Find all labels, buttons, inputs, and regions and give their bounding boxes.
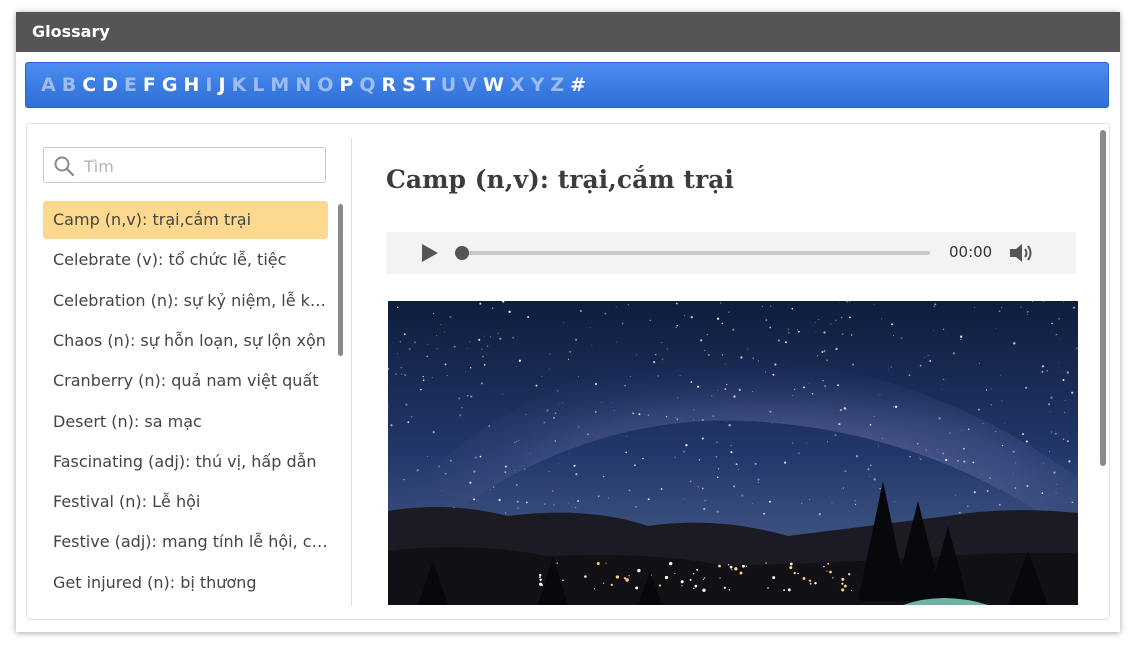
alphabet-letter[interactable]: N <box>295 74 311 96</box>
alphabet-letter[interactable]: G <box>162 74 178 96</box>
alphabet-letter[interactable]: X <box>510 74 525 96</box>
alphabet-letter[interactable]: L <box>252 74 264 96</box>
alphabet-letter[interactable]: F <box>143 74 156 96</box>
list-item[interactable]: Festive (adj): mang tính lễ hội, có... <box>43 523 328 561</box>
detail-scrollbar[interactable] <box>1100 130 1106 466</box>
entry-list: Camp (n,v): trại,cắm trại Celebrate (v): … <box>43 201 328 611</box>
volume-icon[interactable] <box>1008 241 1036 265</box>
alphabet-letter[interactable]: U <box>441 74 456 96</box>
audio-time: 00:00 <box>949 243 993 261</box>
alphabet-letter[interactable]: K <box>232 74 247 96</box>
alphabet-letter[interactable]: Z <box>550 74 564 96</box>
alphabet-letter[interactable]: I <box>205 74 212 96</box>
list-item[interactable]: Get injured (n): bị thương <box>43 564 328 602</box>
list-item[interactable]: Cranberry (n): quả nam việt quất <box>43 362 328 400</box>
audio-progress-track[interactable] <box>462 251 930 255</box>
list-scrollbar[interactable] <box>338 204 343 356</box>
play-icon[interactable] <box>420 243 440 263</box>
panel-divider <box>351 138 352 606</box>
list-item[interactable]: Celebrate (v): tổ chức lễ, tiệc <box>43 241 328 279</box>
alphabet-letter[interactable]: E <box>124 74 137 96</box>
glossary-window: Glossary ABCDEFGHIJKLMNOPQRSTUVWXYZ # Cam… <box>16 12 1120 632</box>
entry-photo <box>388 301 1078 605</box>
list-item[interactable]: Camp (n,v): trại,cắm trại <box>43 201 328 239</box>
alphabet-letter[interactable]: B <box>62 74 76 96</box>
alphabet-letter[interactable]: W <box>483 74 504 96</box>
audio-progress-knob[interactable] <box>455 246 469 260</box>
alphabet-letter[interactable]: D <box>102 74 118 96</box>
alphabet-letter[interactable]: # <box>570 74 586 96</box>
list-item[interactable]: Chaos (n): sự hỗn loạn, sự lộn xộn <box>43 322 328 360</box>
search-input[interactable] <box>82 154 316 178</box>
alphabet-letter[interactable]: Y <box>531 74 545 96</box>
alphabet-letter[interactable]: Q <box>359 74 375 96</box>
alphabet-letter[interactable]: J <box>219 74 226 96</box>
list-item[interactable]: Desert (n): sa mạc <box>43 403 328 441</box>
entry-title: Camp (n,v): trại,cắm trại <box>386 165 734 194</box>
alphabet-letter[interactable]: V <box>462 74 477 96</box>
search-box[interactable] <box>43 147 326 183</box>
alphabet-bar: A B C D E F G H I J K L M N O P Q R S T U V W X Y Z # <box>25 62 1109 108</box>
list-item[interactable]: Festival (n): Lễ hội <box>43 483 328 521</box>
alphabet-letter[interactable]: O <box>317 74 333 96</box>
alphabet-letter[interactable]: A <box>41 74 56 96</box>
list-item[interactable]: Fascinating (adj): thú vị, hấp dẫn <box>43 443 328 481</box>
alphabet-letter[interactable]: H <box>184 74 200 96</box>
alphabet-letter[interactable]: T <box>422 74 435 96</box>
window-title: Glossary <box>32 22 110 41</box>
search-icon <box>53 155 75 177</box>
audio-player: 00:00 <box>386 232 1076 274</box>
alphabet-letter[interactable]: S <box>402 74 416 96</box>
content-panel: Camp (n,v): trại,cắm trạiCelebrate (v): … <box>26 123 1110 620</box>
alphabet-letter[interactable]: R <box>382 74 397 96</box>
list-item[interactable]: Celebration (n): sự kỷ niệm, lễ kỷ ... <box>43 282 328 320</box>
alphabet-letter[interactable]: M <box>270 74 289 96</box>
title-bar: Glossary <box>16 12 1120 52</box>
alphabet-letter[interactable]: P <box>339 74 353 96</box>
alphabet-letter[interactable]: C <box>82 74 96 96</box>
